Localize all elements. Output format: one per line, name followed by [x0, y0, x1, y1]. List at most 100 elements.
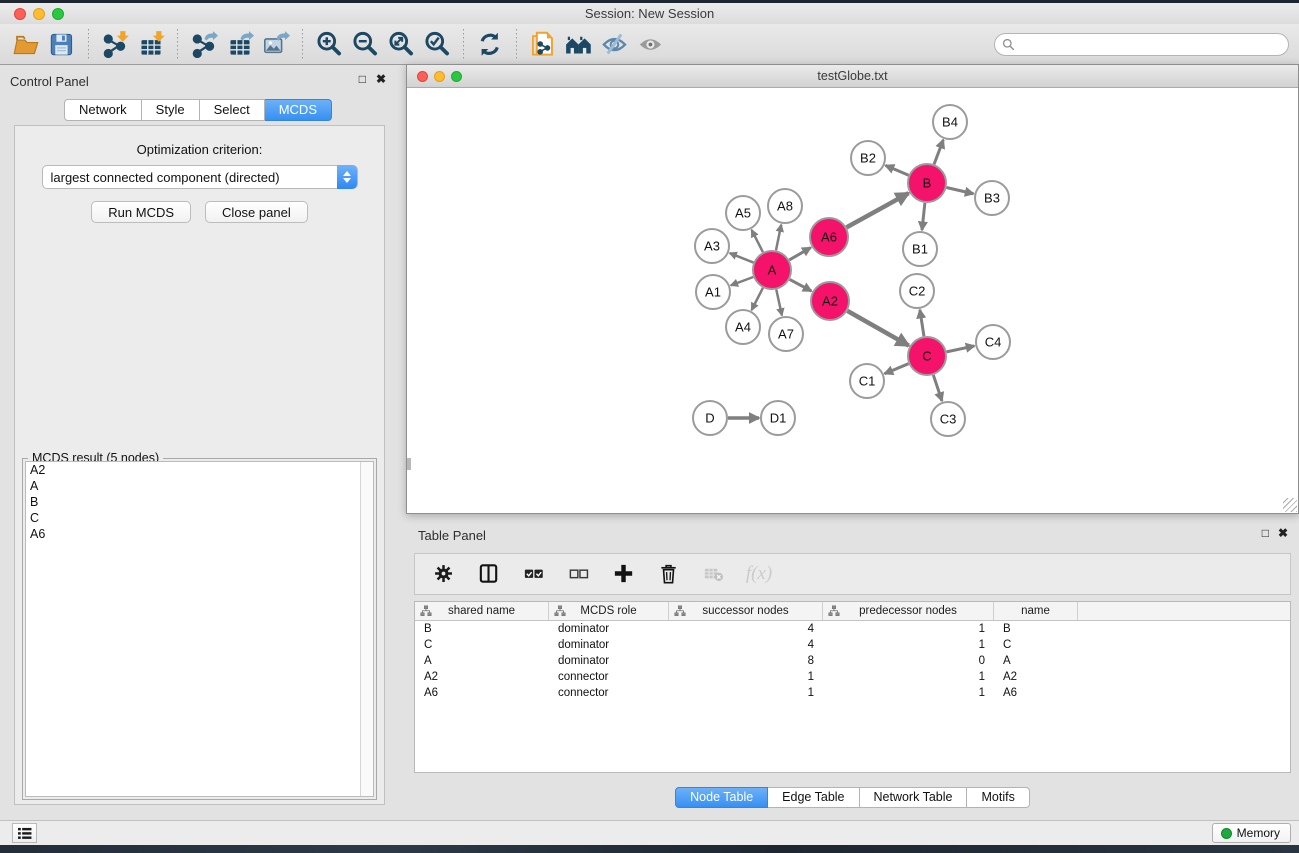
- tab-node-table[interactable]: Node Table: [675, 787, 768, 808]
- graph-node-D1[interactable]: D1: [761, 401, 795, 435]
- mcds-result-item[interactable]: A: [26, 478, 373, 494]
- graph-node-A6[interactable]: A6: [810, 218, 848, 256]
- search-field[interactable]: [994, 33, 1289, 56]
- task-history-button[interactable]: [12, 823, 37, 843]
- close-panel-icon[interactable]: ✖: [376, 73, 386, 85]
- graph-edge-A-A4[interactable]: [752, 288, 763, 310]
- mcds-result-item[interactable]: A6: [26, 526, 373, 542]
- graph-edge-B-B3[interactable]: [946, 187, 973, 193]
- graph-node-A4[interactable]: A4: [726, 310, 760, 344]
- zoom-selected-icon[interactable]: [419, 28, 455, 60]
- tab-select[interactable]: Select: [200, 99, 265, 121]
- open-session-icon[interactable]: [8, 28, 44, 60]
- graph-node-A1[interactable]: A1: [696, 275, 730, 309]
- window-resize-grip[interactable]: [1283, 498, 1297, 512]
- column-header-label: successor nodes: [702, 605, 788, 617]
- tab-network-table[interactable]: Network Table: [860, 787, 968, 808]
- import-network-icon[interactable]: [97, 28, 133, 60]
- graph-node-C2[interactable]: C2: [900, 274, 934, 308]
- graph-node-B3[interactable]: B3: [975, 181, 1009, 215]
- table-close-panel-icon[interactable]: ✖: [1278, 527, 1288, 539]
- table-row[interactable]: Bdominator41B: [415, 621, 1290, 637]
- graph-edge-A-A3[interactable]: [730, 253, 754, 263]
- run-mcds-button[interactable]: Run MCDS: [91, 201, 191, 223]
- column-header-name[interactable]: name: [994, 602, 1078, 620]
- table-row[interactable]: Adominator80A: [415, 653, 1290, 669]
- graph-node-B[interactable]: B: [908, 164, 946, 202]
- refresh-view-icon[interactable]: [472, 28, 508, 60]
- graph-edge-A-A7[interactable]: [776, 290, 782, 316]
- import-table-icon[interactable]: [133, 28, 169, 60]
- graph-edge-B-B4[interactable]: [934, 140, 943, 165]
- zoom-in-icon[interactable]: [311, 28, 347, 60]
- graph-edge-C-C4[interactable]: [947, 346, 975, 352]
- column-header-predecessor-nodes[interactable]: predecessor nodes: [823, 602, 994, 620]
- search-input[interactable]: [1019, 36, 1288, 54]
- table-cell: connector: [549, 685, 669, 701]
- memory-button[interactable]: Memory: [1212, 823, 1291, 843]
- hide-graphics-eye-icon[interactable]: [597, 28, 633, 60]
- column-header-MCDS-role[interactable]: MCDS role: [549, 602, 669, 620]
- settings-gear-icon[interactable]: [429, 559, 459, 589]
- graph-edge-B-B2[interactable]: [885, 165, 908, 175]
- optimization-criterion-dropdown[interactable]: largest connected component (directed): [42, 165, 358, 189]
- graph-node-A[interactable]: A: [753, 251, 791, 289]
- network-document-icon[interactable]: [525, 28, 561, 60]
- graph-node-B2[interactable]: B2: [851, 141, 885, 175]
- graph-node-A2[interactable]: A2: [811, 282, 849, 320]
- mcds-result-item[interactable]: C: [26, 510, 373, 526]
- delete-column-icon[interactable]: [654, 559, 684, 589]
- graph-node-C[interactable]: C: [908, 337, 946, 375]
- show-columns-icon[interactable]: [474, 559, 504, 589]
- graph-edge-C-C1[interactable]: [885, 364, 909, 374]
- tab-style[interactable]: Style: [142, 99, 200, 121]
- show-eye-icon[interactable]: [633, 28, 669, 60]
- table-row[interactable]: A6connector11A6: [415, 685, 1290, 701]
- graph-node-A3[interactable]: A3: [695, 229, 729, 263]
- close-panel-button[interactable]: Close panel: [205, 201, 308, 223]
- graph-node-A8[interactable]: A8: [768, 189, 802, 223]
- mcds-result-item[interactable]: B: [26, 494, 373, 510]
- graph-edge-A-A5[interactable]: [752, 230, 763, 252]
- graph-edge-A-A8[interactable]: [776, 225, 781, 251]
- graph-node-C4[interactable]: C4: [976, 325, 1010, 359]
- save-session-icon[interactable]: [44, 28, 80, 60]
- column-header-successor-nodes[interactable]: successor nodes: [669, 602, 823, 620]
- export-table-icon[interactable]: [222, 28, 258, 60]
- graph-node-D[interactable]: D: [693, 401, 727, 435]
- graph-edge-A-A1[interactable]: [731, 277, 753, 285]
- tab-mcds[interactable]: MCDS: [265, 99, 332, 121]
- zoom-fit-icon[interactable]: [383, 28, 419, 60]
- houses-icon[interactable]: [561, 28, 597, 60]
- column-header-shared-name[interactable]: shared name: [415, 602, 549, 620]
- graph-node-A5[interactable]: A5: [726, 196, 760, 230]
- graph-node-B1[interactable]: B1: [903, 232, 937, 266]
- deselect-all-checkboxes-icon[interactable]: [564, 559, 594, 589]
- float-panel-icon[interactable]: □: [359, 73, 366, 85]
- graph-edge-A-A6[interactable]: [789, 248, 811, 260]
- graph-edge-B-B1[interactable]: [922, 203, 925, 230]
- export-network-icon[interactable]: [186, 28, 222, 60]
- export-image-icon[interactable]: [258, 28, 294, 60]
- network-canvas[interactable]: A A1 A2 A3 A4 A5 A6 A7 A8 B B1 B2 B3 B4 C C1 C2 C3 C4 D D1: [407, 88, 1298, 513]
- zoom-out-icon[interactable]: [347, 28, 383, 60]
- table-row[interactable]: A2connector11A2: [415, 669, 1290, 685]
- graph-edge-C-C3[interactable]: [933, 375, 942, 401]
- graph-edge-A2-C[interactable]: [847, 311, 908, 346]
- graph-edge-C-C2[interactable]: [920, 310, 924, 336]
- mcds-result-item[interactable]: A2: [26, 462, 373, 478]
- result-scrollbar[interactable]: [360, 462, 373, 796]
- select-all-checkboxes-icon[interactable]: [519, 559, 549, 589]
- tab-motifs[interactable]: Motifs: [967, 787, 1029, 808]
- graph-edge-A6-B[interactable]: [847, 193, 909, 227]
- table-float-panel-icon[interactable]: □: [1262, 527, 1269, 539]
- graph-node-C1[interactable]: C1: [850, 364, 884, 398]
- graph-node-B4[interactable]: B4: [933, 105, 967, 139]
- tab-edge-table[interactable]: Edge Table: [768, 787, 859, 808]
- tab-network[interactable]: Network: [64, 99, 142, 121]
- add-column-icon[interactable]: [609, 559, 639, 589]
- table-row[interactable]: Cdominator41C: [415, 637, 1290, 653]
- graph-node-A7[interactable]: A7: [769, 317, 803, 351]
- graph-edge-A-A2[interactable]: [790, 279, 812, 291]
- graph-node-C3[interactable]: C3: [931, 402, 965, 436]
